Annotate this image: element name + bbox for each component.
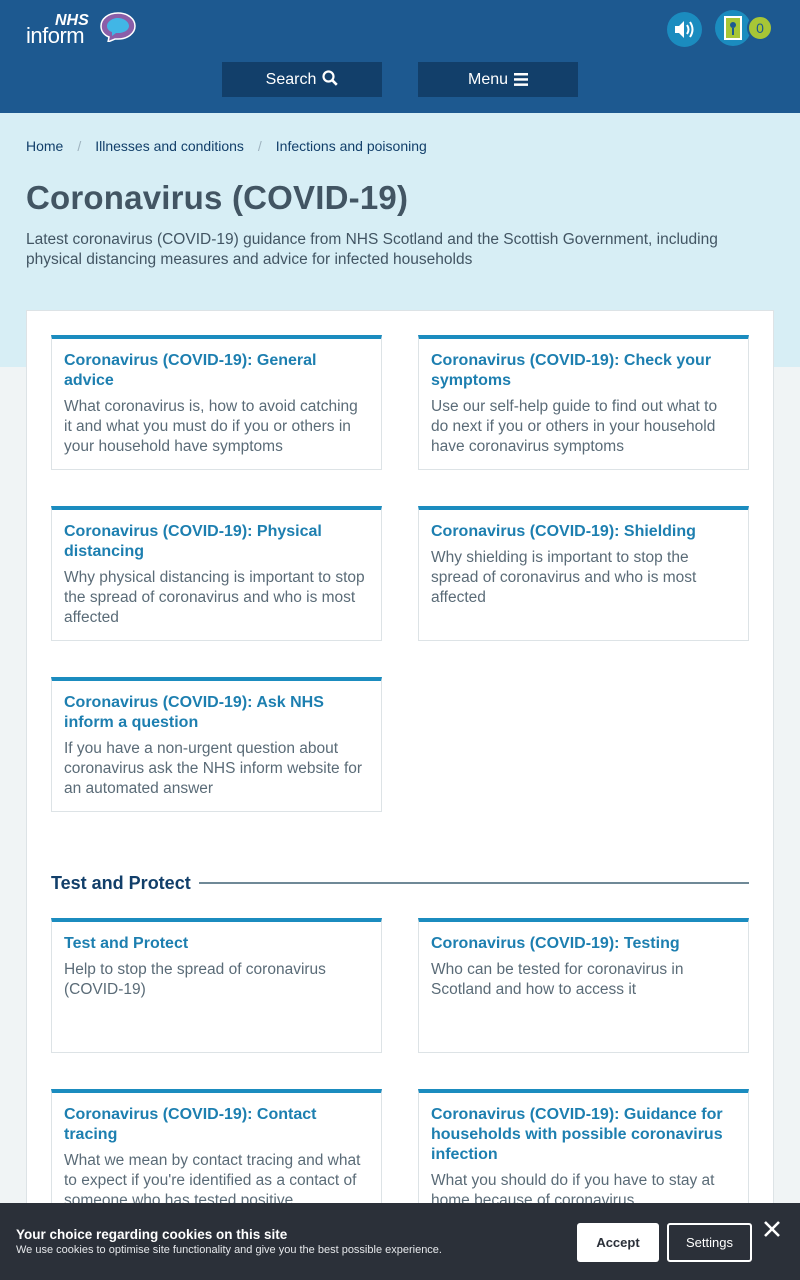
cookie-text: We use cookies to optimise site function… (16, 1244, 442, 1256)
saved-count-badge: 0 (747, 15, 773, 41)
card-title[interactable]: Coronavirus (COVID-19): Guidance for hou… (431, 1105, 736, 1165)
card-title[interactable]: Coronavirus (COVID-19): Check your sympt… (431, 351, 736, 391)
search-button[interactable]: Search (222, 62, 382, 97)
section-heading-test-protect: Test and Protect (51, 873, 191, 893)
nhs-inform-logo[interactable]: NHS inform (26, 12, 138, 48)
page-intro: Latest coronavirus (COVID-19) guidance f… (26, 231, 718, 268)
page-title: Coronavirus (COVID-19) (26, 179, 409, 216)
breadcrumb-separator: / (257, 138, 262, 154)
logo-inform-text: inform (26, 23, 85, 48)
card-description: Why shielding is important to stop the s… (431, 549, 697, 606)
card-test-protect[interactable]: Test and Protect Help to stop the spread… (51, 918, 382, 1053)
speech-bubble-icon (100, 12, 136, 42)
cookie-title: Your choice regarding cookies on this si… (16, 1227, 288, 1242)
breadcrumb-infections[interactable]: Infections and poisoning (276, 138, 427, 154)
search-icon (322, 70, 339, 86)
breadcrumb: Home / Illnesses and conditions / Infections… (26, 138, 427, 154)
breadcrumb-separator: / (77, 138, 82, 154)
card-title[interactable]: Coronavirus (COVID-19): General advice (64, 351, 369, 391)
hamburger-icon (514, 73, 529, 86)
breadcrumb-illnesses[interactable]: Illnesses and conditions (95, 138, 244, 154)
text-to-speech-button[interactable] (667, 12, 702, 47)
document-icon (724, 16, 742, 40)
card-title[interactable]: Coronavirus (COVID-19): Contact tracing (64, 1105, 369, 1145)
card-title[interactable]: Coronavirus (COVID-19): Ask NHS inform a… (64, 693, 369, 733)
card-description: Use our self-help guide to find out what… (431, 398, 718, 455)
accept-cookies-button[interactable]: Accept (577, 1223, 659, 1262)
card-ask-question[interactable]: Coronavirus (COVID-19): Ask NHS inform a… (51, 677, 382, 812)
card-check-symptoms[interactable]: Coronavirus (COVID-19): Check your sympt… (418, 335, 749, 470)
card-description: Why physical distancing is important to … (64, 569, 365, 626)
card-description: Help to stop the spread of coronavirus (… (64, 961, 326, 998)
card-title[interactable]: Test and Protect (64, 934, 369, 954)
card-title[interactable]: Coronavirus (COVID-19): Testing (431, 934, 736, 954)
card-title[interactable]: Coronavirus (COVID-19): Shielding (431, 522, 736, 542)
card-testing[interactable]: Coronavirus (COVID-19): Testing Who can … (418, 918, 749, 1053)
menu-button[interactable]: Menu (418, 62, 578, 97)
menu-label: Menu (467, 71, 509, 88)
card-title[interactable]: Coronavirus (COVID-19): Physical distanc… (64, 522, 369, 562)
cookie-settings-button[interactable]: Settings (667, 1223, 752, 1262)
card-description: If you have a non-urgent question about … (64, 740, 363, 797)
saved-documents-button[interactable] (715, 10, 751, 46)
close-icon[interactable] (763, 1220, 781, 1238)
card-general-advice[interactable]: Coronavirus (COVID-19): General advice W… (51, 335, 382, 470)
card-shielding[interactable]: Coronavirus (COVID-19): Shielding Why sh… (418, 506, 749, 641)
card-description: What we mean by contact tracing and what… (64, 1152, 361, 1209)
breadcrumb-home[interactable]: Home (26, 138, 63, 154)
card-description: Who can be tested for coronavirus in Sco… (431, 961, 684, 998)
search-label: Search (265, 71, 317, 88)
speaker-icon (675, 21, 694, 38)
cookie-banner: Your choice regarding cookies on this si… (0, 1203, 800, 1280)
site-header: NHS inform 0 Search Menu (0, 0, 800, 113)
section-divider (199, 882, 749, 884)
card-description: What coronavirus is, how to avoid catchi… (64, 398, 358, 455)
card-physical-distancing[interactable]: Coronavirus (COVID-19): Physical distanc… (51, 506, 382, 641)
